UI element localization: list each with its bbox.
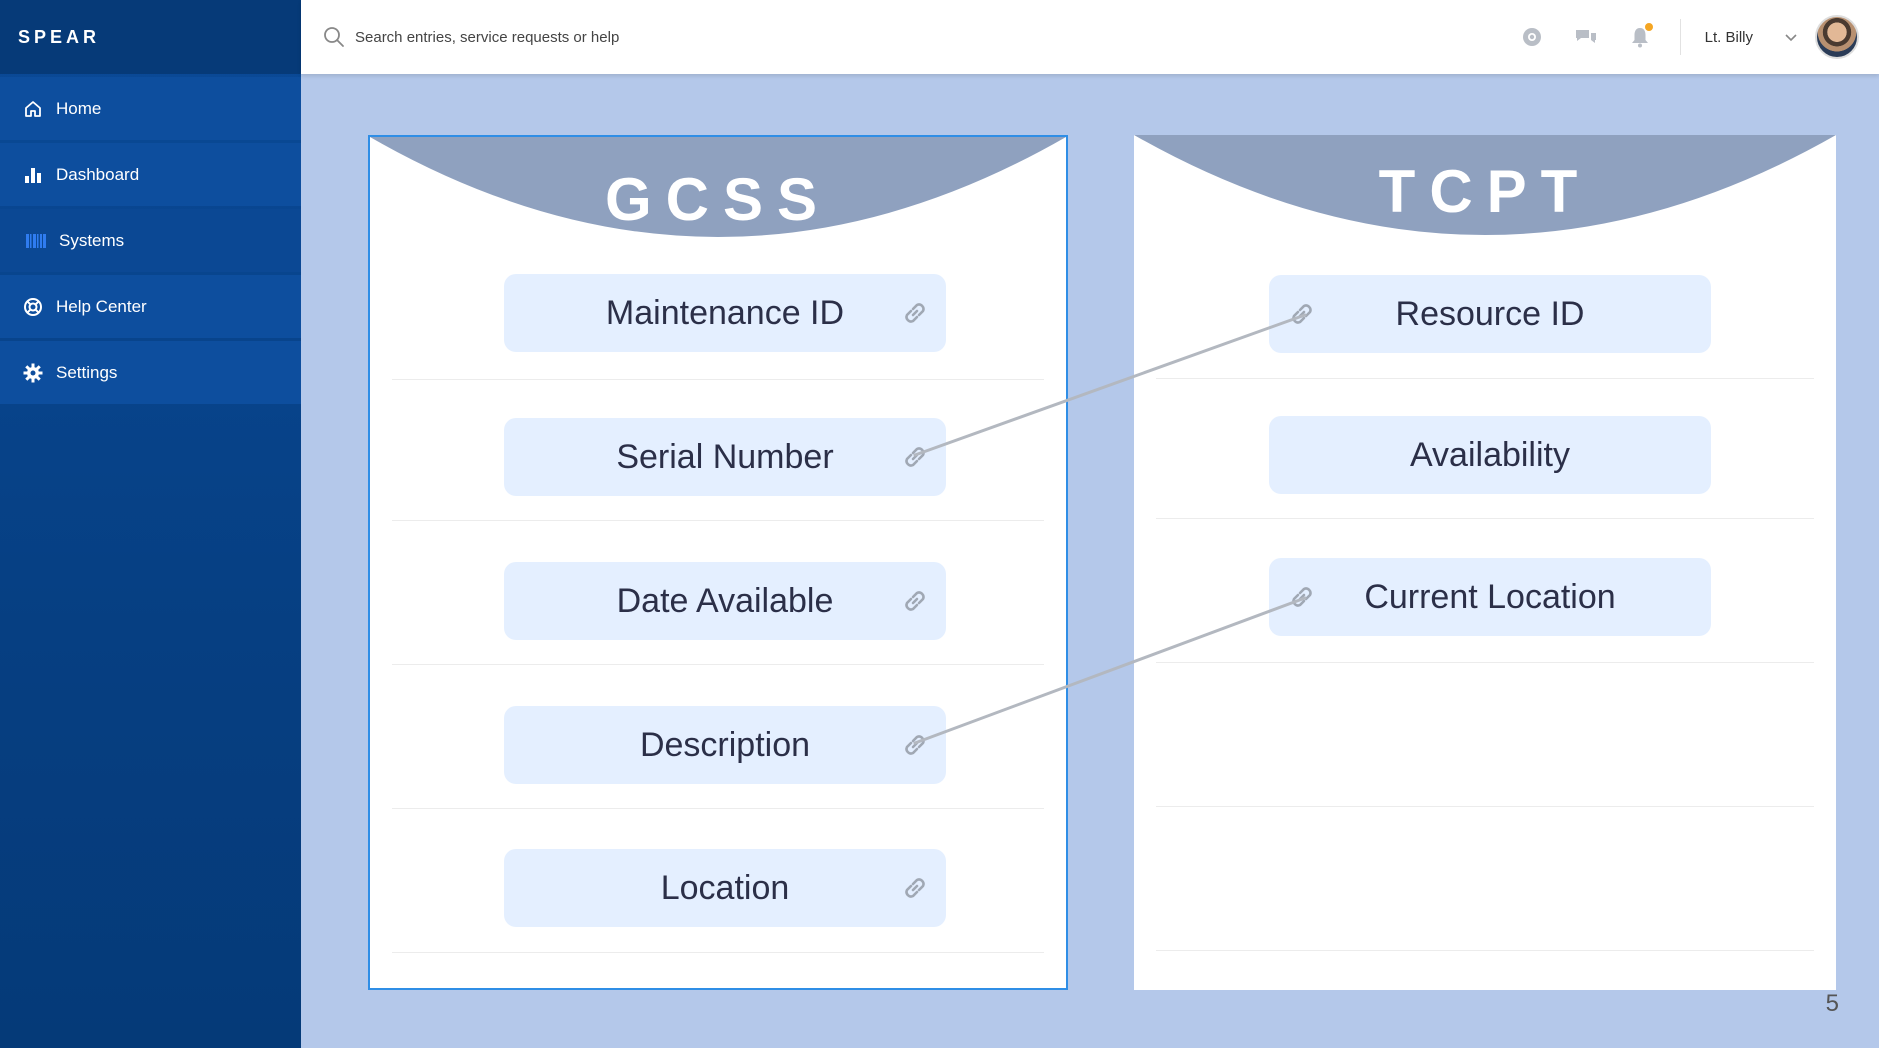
sidebar-item-label: Systems	[59, 230, 125, 250]
gcss-panel: GCSS Maintenance ID Serial Number Date A…	[368, 135, 1068, 990]
gear-icon	[22, 362, 44, 384]
notification-dot	[1644, 23, 1653, 31]
field-description[interactable]: Description	[504, 706, 946, 784]
field-location[interactable]: Location	[504, 849, 946, 927]
field-label: Location	[660, 868, 790, 907]
field-label: Maintenance ID	[605, 293, 845, 332]
row-divider	[1156, 518, 1814, 519]
bell-icon[interactable]	[1628, 23, 1653, 49]
top-bar: Lt. Billy	[301, 0, 1879, 74]
sidebar-item-label: Home	[56, 98, 102, 118]
sidebar-item-settings[interactable]: Settings	[0, 341, 301, 404]
row-divider	[1156, 806, 1814, 807]
sidebar-item-label: Dashboard	[56, 164, 140, 184]
field-date-available[interactable]: Date Available	[504, 562, 946, 640]
field-label: Resource ID	[1395, 294, 1585, 333]
panel-title: GCSS	[604, 166, 832, 233]
row-divider	[1156, 950, 1814, 951]
row-divider	[1156, 378, 1814, 379]
link-icon[interactable]	[1285, 297, 1319, 331]
tcpt-panel: TCPT Resource ID Availability Current Lo…	[1134, 135, 1836, 990]
home-icon	[22, 98, 44, 120]
sidebar-item-systems[interactable]: Systems	[0, 209, 301, 272]
link-icon[interactable]	[898, 440, 932, 474]
chat-icon[interactable]	[1574, 25, 1598, 49]
field-label: Description	[639, 725, 811, 764]
field-label: Date Available	[616, 581, 834, 620]
link-icon[interactable]	[898, 871, 932, 905]
link-icon[interactable]	[898, 728, 932, 762]
panel-title: TCPT	[1378, 158, 1592, 225]
user-name[interactable]: Lt. Billy	[1705, 29, 1753, 46]
field-label: Serial Number	[616, 437, 834, 476]
avatar[interactable]	[1815, 15, 1859, 59]
sidebar-item-dashboard[interactable]: Dashboard	[0, 143, 301, 206]
row-divider	[392, 664, 1044, 665]
chevron-down-icon[interactable]	[1783, 29, 1799, 45]
row-divider	[392, 520, 1044, 521]
row-divider	[1156, 662, 1814, 663]
sidebar-item-help-center[interactable]: Help Center	[0, 275, 301, 338]
field-availability[interactable]: Availability	[1269, 416, 1711, 494]
field-label: Current Location	[1364, 577, 1616, 616]
top-bar-actions: Lt. Billy	[1490, 0, 1879, 74]
link-icon[interactable]	[898, 296, 932, 330]
field-resource-id[interactable]: Resource ID	[1269, 275, 1711, 353]
barcode-icon	[25, 230, 47, 252]
sidebar-item-home[interactable]: Home	[0, 77, 301, 140]
sidebar-item-label: Settings	[56, 362, 118, 382]
row-divider	[392, 379, 1044, 380]
bar-chart-icon	[22, 164, 44, 186]
field-maintenance-id[interactable]: Maintenance ID	[504, 274, 946, 352]
divider	[1679, 19, 1681, 55]
field-serial-number[interactable]: Serial Number	[504, 418, 946, 496]
globe-icon[interactable]	[1520, 25, 1544, 49]
lifebuoy-icon	[22, 296, 44, 318]
page-number: 5	[1825, 990, 1839, 1017]
field-label: Availability	[1409, 435, 1570, 474]
sidebar-item-label: Help Center	[56, 296, 147, 316]
field-current-location[interactable]: Current Location	[1269, 558, 1711, 636]
brand-logo: SPEAR	[0, 0, 301, 74]
link-icon[interactable]	[898, 584, 932, 618]
search-icon[interactable]	[323, 26, 345, 48]
search-input[interactable]	[355, 28, 875, 46]
link-icon[interactable]	[1285, 580, 1319, 614]
row-divider	[392, 952, 1044, 953]
row-divider	[392, 808, 1044, 809]
sidebar: SPEAR Home Dashboard Systems Help Center…	[0, 0, 301, 1048]
